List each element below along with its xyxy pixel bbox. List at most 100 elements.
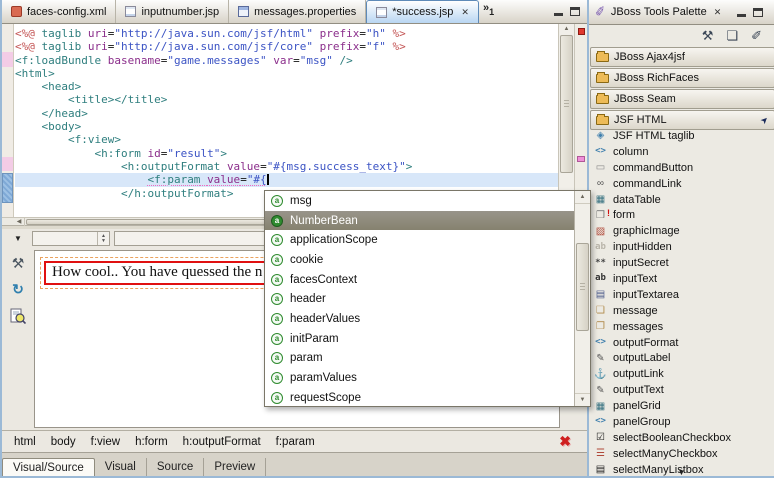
dropdown-arrow-icon[interactable]: ▼	[14, 234, 22, 243]
palette-group-jsf-html[interactable]: JSF HTML ➤	[590, 110, 774, 130]
code-line[interactable]: <body>	[15, 120, 558, 133]
palette-item-messages[interactable]: ❐ messages	[589, 319, 774, 335]
proposal-item[interactable]: a applicationScope	[265, 230, 574, 250]
scrollbar-thumb[interactable]	[560, 35, 573, 173]
data-table-icon: ▦	[595, 194, 606, 205]
proposal-item[interactable]: a param	[265, 349, 574, 369]
palette-item-graphicimage[interactable]: ▨ graphicImage	[589, 223, 774, 239]
palette-item-outputlabel[interactable]: ✎ outputLabel	[589, 350, 774, 366]
palette-group-jboss-ajax4jsf[interactable]: JBoss Ajax4jsf	[590, 47, 774, 67]
breadcrumb-item[interactable]: h:form	[135, 436, 168, 448]
palette-item-jsf html taglib[interactable]: ◈ JSF HTML taglib	[589, 128, 774, 144]
code-line[interactable]: <f:loadBundle basename = "game.messages" v…	[15, 54, 558, 67]
code-line[interactable]: <f:param value="#{	[15, 173, 558, 187]
palette-item-selectbooleancheckbox[interactable]: ☑ selectBooleanCheckbox	[589, 430, 774, 446]
proposal-item[interactable]: a header	[265, 289, 574, 309]
breadcrumb-item[interactable]: f:view	[91, 436, 120, 448]
editor-vertical-scrollbar[interactable]: ▲	[558, 24, 574, 217]
popup-scrollbar[interactable]: ▲ ▼	[574, 191, 590, 406]
palette-item-inputsecret[interactable]: ** inputSecret	[589, 255, 774, 271]
code-line[interactable]: <%@ taglib uri="http://java.sun.com/jsf/…	[15, 40, 558, 53]
palette-item-datatable[interactable]: ▦ dataTable	[589, 192, 774, 208]
editor-tab[interactable]: messages.properties	[229, 0, 367, 23]
code-line[interactable]: <head>	[15, 80, 558, 93]
code-token: taglib	[41, 40, 88, 54]
close-icon[interactable]: ✕	[461, 7, 469, 18]
palette-item-commandbutton[interactable]: ▭ commandButton	[589, 160, 774, 176]
preferences-icon[interactable]: ⚒	[9, 254, 27, 272]
palette-group-jboss-seam[interactable]: JBoss Seam	[590, 89, 774, 109]
scrollbar-thumb[interactable]	[576, 243, 589, 331]
palette-item-selectmanycheckbox[interactable]: ☰ selectManyCheckbox	[589, 446, 774, 462]
palette-header[interactable]: ✐ JBoss Tools Palette ✕	[589, 0, 774, 25]
error-marker[interactable]	[578, 28, 585, 35]
editor-tab[interactable]: inputnumber.jsp	[116, 0, 230, 23]
code-line[interactable]: <%@ taglib uri="http://java.sun.com/jsf/…	[15, 27, 558, 40]
palette-item-outputlink[interactable]: ⚓ outputLink	[589, 366, 774, 382]
scroll-up-arrow-icon[interactable]: ▲	[575, 191, 590, 204]
spinner-icon[interactable]: ▲ ▼	[97, 232, 109, 245]
tab-preview[interactable]: Preview	[204, 458, 267, 476]
code-line[interactable]: <h:outputFormat value="#{msg.success_tex…	[15, 160, 558, 173]
palette-item-column[interactable]: <> column	[589, 144, 774, 160]
proposal-list[interactable]: a msg a NumberBean a applicationScope a cookie a…	[265, 191, 574, 406]
proposal-item[interactable]: a cookie	[265, 250, 574, 270]
palette-item-label: outputText	[613, 384, 664, 397]
maximize-icon[interactable]	[570, 7, 580, 16]
close-icon[interactable]: ✕	[714, 7, 722, 18]
palette-scroll-down-icon[interactable]: ▼	[678, 468, 686, 476]
overview-ruler[interactable]	[574, 24, 587, 217]
palette-item-panelgroup[interactable]: <> panelGroup	[589, 414, 774, 430]
palette-item-inputtext[interactable]: ab inputText	[589, 271, 774, 287]
palette-item-inputtextarea[interactable]: ▤ inputTextarea	[589, 287, 774, 303]
palette-group-jboss-richfaces[interactable]: JBoss RichFaces	[590, 68, 774, 88]
minimize-icon[interactable]	[737, 8, 746, 17]
show-hide-tabs-icon[interactable]: ✐	[751, 28, 762, 44]
tab-source[interactable]: Source	[147, 458, 205, 476]
code-line[interactable]: <f:view>	[15, 133, 558, 146]
palette-item-outputtext[interactable]: ✎ outputText	[589, 382, 774, 398]
style-combo[interactable]: ▲ ▼	[32, 231, 110, 246]
proposal-item[interactable]: a initParam	[265, 329, 574, 349]
minimize-icon[interactable]	[554, 7, 563, 16]
palette-item-form[interactable]: ❒! form	[589, 207, 774, 223]
proposal-item[interactable]: a headerValues	[265, 309, 574, 329]
palette-item-inputhidden[interactable]: ab inputHidden	[589, 239, 774, 255]
palette-options-icon[interactable]: ⚒	[702, 28, 714, 44]
scroll-up-arrow-icon[interactable]: ▲	[559, 24, 574, 34]
proposal-item[interactable]: a facesContext	[265, 270, 574, 290]
remove-error-icon[interactable]: ✖	[559, 433, 571, 450]
palette-editor-icon[interactable]: ❏	[726, 28, 738, 44]
warning-marker[interactable]	[577, 156, 585, 162]
proposal-item[interactable]: a requestScope	[265, 388, 574, 406]
proposal-item[interactable]: a msg	[265, 191, 574, 211]
palette-item-message[interactable]: ❏ message	[589, 303, 774, 319]
palette-item-commandlink[interactable]: ∞ commandLink	[589, 176, 774, 192]
source-editor[interactable]: <%@ taglib uri="http://java.sun.com/jsf/…	[2, 24, 587, 217]
tab-visual-source[interactable]: Visual/Source	[2, 458, 95, 476]
breadcrumb-item[interactable]: body	[51, 436, 76, 448]
code-area[interactable]: <%@ taglib uri="http://java.sun.com/jsf/…	[15, 24, 558, 217]
tab-overflow-chevron[interactable]: » 1	[479, 0, 498, 23]
scroll-down-arrow-icon[interactable]: ▼	[575, 393, 590, 406]
editor-tab[interactable]: faces-config.xml	[2, 0, 117, 23]
code-line[interactable]: <title></title>	[15, 93, 558, 106]
proposal-item[interactable]: a NumberBean	[265, 210, 574, 231]
scroll-left-arrow-icon[interactable]: ◀	[14, 218, 25, 226]
palette-item-panelgrid[interactable]: ▦ panelGrid	[589, 398, 774, 414]
tab-visual[interactable]: Visual	[95, 458, 147, 476]
proposal-item[interactable]: a paramValues	[265, 368, 574, 388]
pin-icon[interactable]: ➤	[759, 113, 772, 126]
breadcrumb-item[interactable]: h:outputFormat	[183, 436, 261, 448]
preview-zoom-icon[interactable]	[9, 308, 27, 326]
code-line[interactable]: <h:form id="result">	[15, 147, 558, 160]
palette-item-outputformat[interactable]: <> outputFormat	[589, 335, 774, 351]
code-line[interactable]: <html>	[15, 67, 558, 80]
refresh-icon[interactable]: ↻	[9, 280, 27, 298]
proposal-label: NumberBean	[290, 214, 358, 227]
code-line[interactable]: </head>	[15, 107, 558, 120]
breadcrumb-item[interactable]: html	[14, 436, 36, 448]
breadcrumb-item[interactable]: f:param	[276, 436, 315, 448]
maximize-icon[interactable]	[753, 7, 763, 17]
editor-tab[interactable]: *success.jsp ✕	[366, 0, 479, 23]
